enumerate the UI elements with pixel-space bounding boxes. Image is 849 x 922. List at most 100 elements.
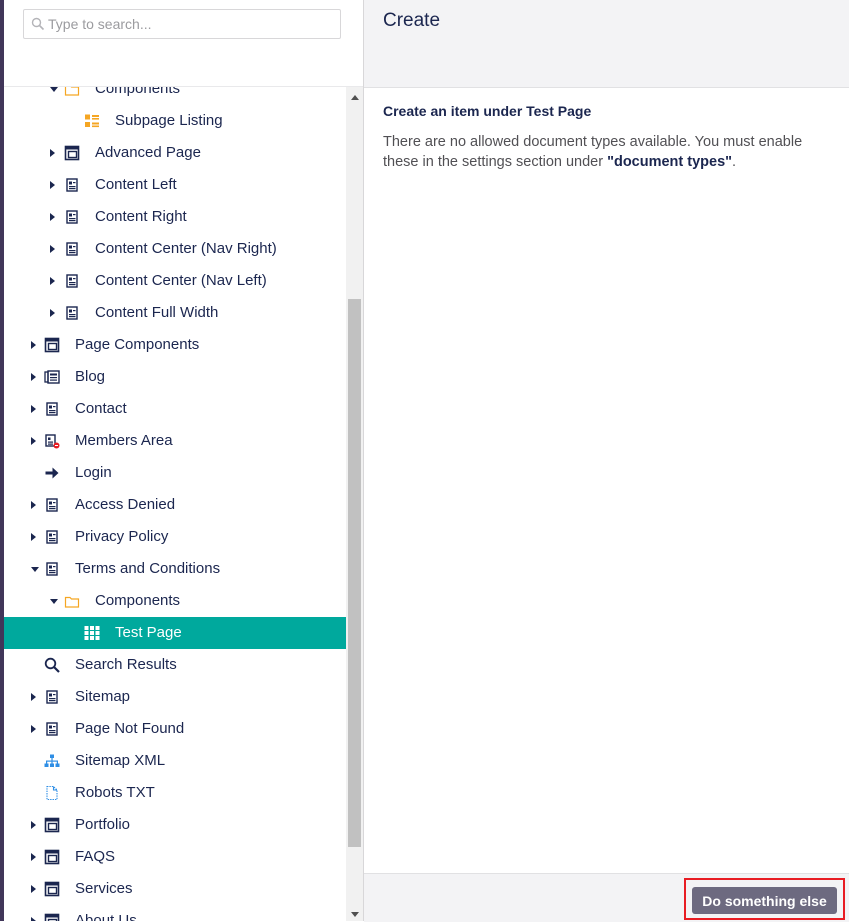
tree-item[interactable]: Blog [4, 361, 346, 393]
caret-right-icon[interactable] [50, 277, 55, 285]
tree-item[interactable]: Services [4, 873, 346, 905]
tree-item-label: Components [95, 592, 181, 609]
tree-item[interactable]: Contact [4, 393, 346, 425]
caret-right-icon[interactable] [31, 853, 36, 861]
caret-right-icon[interactable] [31, 821, 36, 829]
document-icon [64, 209, 80, 225]
tree-item-label: Sitemap [75, 688, 131, 705]
tree-item[interactable]: Advanced Page [4, 137, 346, 169]
tree-item[interactable]: Members Area [4, 425, 346, 457]
tree-item[interactable]: Content Full Width [4, 297, 346, 329]
tree-item[interactable]: Test Page [4, 617, 346, 649]
caret-right-icon[interactable] [31, 693, 36, 701]
panel-title: Create [383, 10, 441, 31]
layout-icon [44, 337, 60, 353]
scroll-thumb[interactable] [348, 299, 361, 847]
search-area [4, 0, 363, 87]
document-icon [44, 529, 60, 545]
caret-right-icon[interactable] [50, 245, 55, 253]
grid-icon [84, 625, 100, 641]
panel-footer: Do something else [364, 873, 849, 922]
tree-scroll-area[interactable]: Components Subpage Listing Advanced Page Co… [4, 87, 363, 921]
tree-item[interactable]: Portfolio [4, 809, 346, 841]
tree-item-label: Page Components [75, 336, 200, 353]
newspaper-icon [44, 369, 60, 385]
tree-item-label: About Us [75, 912, 137, 921]
create-message-text: There are no allowed document types avai… [383, 134, 803, 170]
tree-item[interactable]: Page Components [4, 329, 346, 361]
tree-scrollbar[interactable] [346, 87, 363, 921]
caret-down-icon[interactable] [50, 599, 58, 604]
tree-item-label: Content Center (Nav Right) [95, 240, 277, 257]
caret-right-icon[interactable] [31, 885, 36, 893]
tree-item-label: Page Not Found [75, 720, 185, 737]
tree-item-label: Privacy Policy [75, 528, 169, 545]
tree-item[interactable]: Access Denied [4, 489, 346, 521]
tree-item[interactable]: Terms and Conditions [4, 553, 346, 585]
caret-right-icon[interactable] [50, 309, 55, 317]
folder-icon [64, 593, 80, 609]
create-message: There are no allowed document types avai… [383, 132, 823, 172]
tree-item-label: Subpage Listing [115, 112, 223, 129]
document-types-emphasis: "document types" [607, 154, 733, 170]
tree-item-label: FAQS [75, 848, 116, 865]
tree-item[interactable]: Components [4, 585, 346, 617]
document-icon [44, 689, 60, 705]
tree-item[interactable]: Privacy Policy [4, 521, 346, 553]
panel-header: Create [364, 0, 849, 88]
caret-down-icon[interactable] [31, 567, 39, 572]
caret-right-icon[interactable] [31, 917, 36, 921]
scroll-up-arrow[interactable] [351, 95, 359, 100]
search-icon [44, 657, 60, 673]
create-message-suffix: . [732, 154, 737, 170]
tree-item-label: Components [95, 87, 181, 97]
caret-right-icon[interactable] [31, 501, 36, 509]
tree-item[interactable]: Content Right [4, 201, 346, 233]
tree-item-label: Blog [75, 368, 106, 385]
caret-right-icon[interactable] [31, 533, 36, 541]
highlight-box: Do something else [684, 878, 845, 920]
do-something-else-button[interactable]: Do something else [692, 887, 837, 914]
tree-item[interactable]: About Us [4, 905, 346, 921]
tree-item[interactable]: Sitemap [4, 681, 346, 713]
tree-item[interactable]: Sitemap XML [4, 745, 346, 777]
tree-item-label: Content Left [95, 176, 177, 193]
content-tree-panel: Components Subpage Listing Advanced Page Co… [4, 0, 364, 921]
caret-right-icon[interactable] [31, 725, 36, 733]
caret-right-icon[interactable] [31, 373, 36, 381]
caret-right-icon[interactable] [31, 341, 36, 349]
document-icon [44, 401, 60, 417]
caret-right-icon[interactable] [50, 181, 55, 189]
tree-item[interactable]: Login [4, 457, 346, 489]
document-icon [44, 721, 60, 737]
tree-item-label: Portfolio [75, 816, 131, 833]
create-heading: Create an item under Test Page [383, 103, 592, 119]
tree-item-label: Content Center (Nav Left) [95, 272, 267, 289]
tree-item[interactable]: FAQS [4, 841, 346, 873]
list-icon [84, 113, 100, 129]
scroll-down-arrow[interactable] [351, 912, 359, 917]
content-tree: Components Subpage Listing Advanced Page Co… [4, 87, 346, 921]
tree-item[interactable]: Content Center (Nav Right) [4, 233, 346, 265]
tree-item[interactable]: Content Left [4, 169, 346, 201]
tree-item[interactable]: Search Results [4, 649, 346, 681]
tree-item-label: Robots TXT [75, 784, 155, 801]
caret-down-icon[interactable] [50, 87, 58, 92]
tree-item[interactable]: Subpage Listing [4, 105, 346, 137]
tree-item[interactable]: Robots TXT [4, 777, 346, 809]
search-box[interactable] [23, 9, 341, 39]
caret-right-icon[interactable] [31, 437, 36, 445]
layout-icon [64, 145, 80, 161]
arrow-right-icon [44, 465, 60, 481]
tree-item[interactable]: Content Center (Nav Left) [4, 265, 346, 297]
caret-right-icon[interactable] [50, 213, 55, 221]
caret-right-icon[interactable] [31, 405, 36, 413]
tree-item-label: Login [75, 464, 112, 481]
tree-item-label: Terms and Conditions [75, 560, 221, 577]
sitemap-icon [44, 753, 60, 769]
caret-right-icon[interactable] [50, 149, 55, 157]
tree-item[interactable]: Components [4, 87, 346, 105]
search-input[interactable] [48, 10, 333, 38]
tree-item[interactable]: Page Not Found [4, 713, 346, 745]
layout-icon [44, 913, 60, 921]
